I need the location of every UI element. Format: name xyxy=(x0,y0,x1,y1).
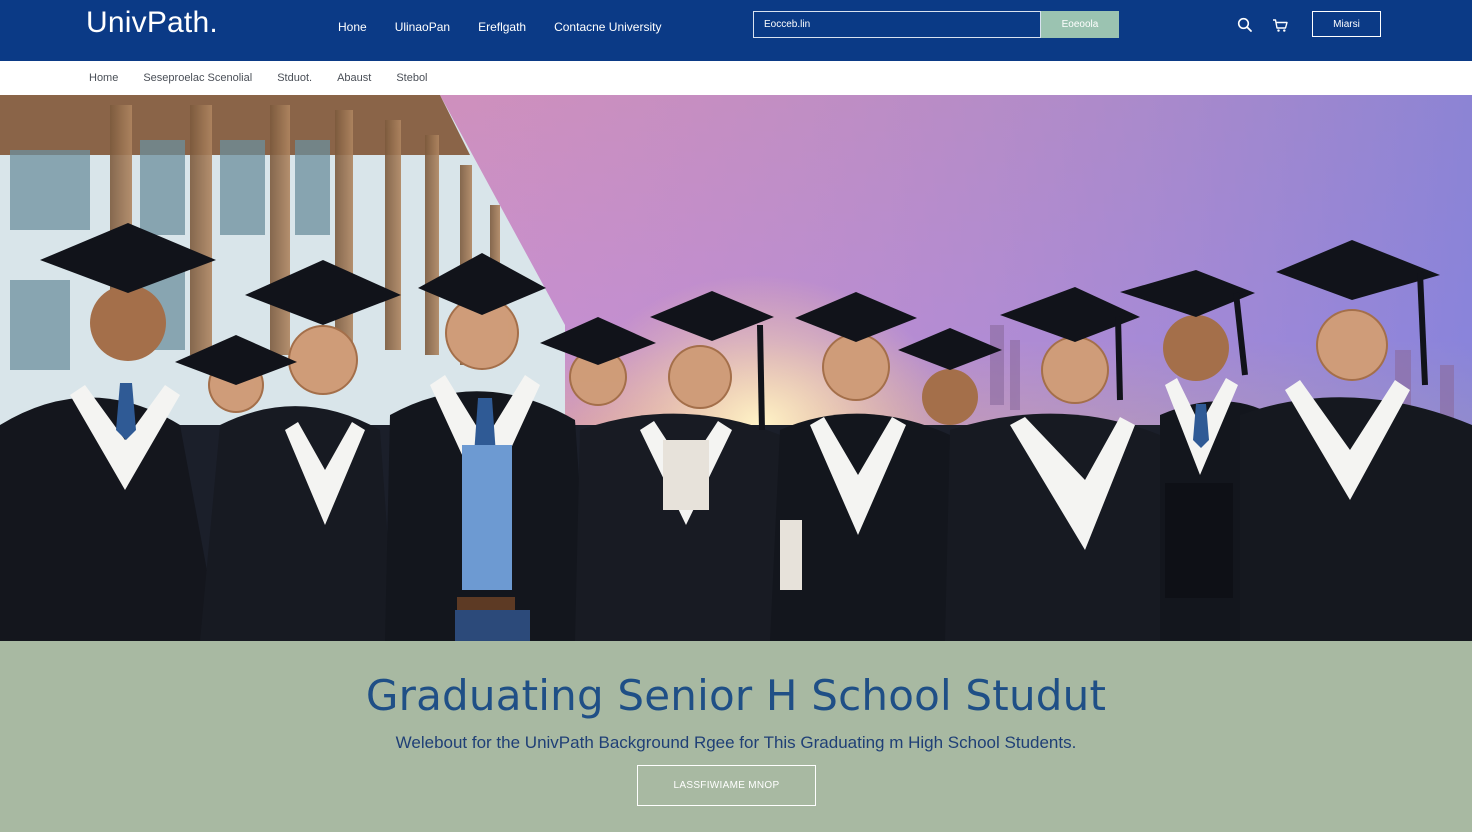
login-button[interactable]: Miarsi xyxy=(1312,11,1381,37)
subnav-item-about[interactable]: Abaust xyxy=(337,71,371,85)
nav-link-univpath[interactable]: UlinaoPan xyxy=(395,18,450,36)
nav-link-english[interactable]: Ereflgath xyxy=(478,18,526,36)
top-navigation-bar: UnivPath. Hone UlinaoPan Ereflgath Conta… xyxy=(0,0,1472,61)
subnav-item-home[interactable]: Home xyxy=(89,71,118,85)
page-subtitle: Welebout for the UnivPath Background Rge… xyxy=(395,733,1077,752)
search-input[interactable] xyxy=(753,11,1041,38)
subnav-item-school[interactable]: Stebol xyxy=(396,71,427,85)
hero-image xyxy=(0,95,1472,641)
cta-button[interactable]: LASSFIWIAME MNOP xyxy=(637,765,816,806)
breadcrumb: Home Seseproelac Scenolial Stduot. Abaus… xyxy=(0,61,1472,96)
cart-icon[interactable] xyxy=(1269,14,1291,36)
logo[interactable]: UnivPath. xyxy=(86,6,218,40)
search-icon[interactable] xyxy=(1234,14,1256,36)
hero-text-section: Graduating Senior H School Studut Welebo… xyxy=(0,641,1472,832)
page-title: Graduating Senior H School Studut xyxy=(365,671,1107,720)
search-button[interactable]: Eoeoola xyxy=(1041,11,1119,38)
nav-link-contact-university[interactable]: Contacne University xyxy=(554,18,661,36)
nav-link-home[interactable]: Hone xyxy=(338,18,367,36)
search-bar: Eoeoola xyxy=(753,11,1119,38)
main-nav: Hone UlinaoPan Ereflgath Contacne Univer… xyxy=(338,18,689,36)
subnav-item-secondary-school[interactable]: Seseproelac Scenolial xyxy=(143,71,252,85)
subnav-item-student[interactable]: Stduot. xyxy=(277,71,312,85)
